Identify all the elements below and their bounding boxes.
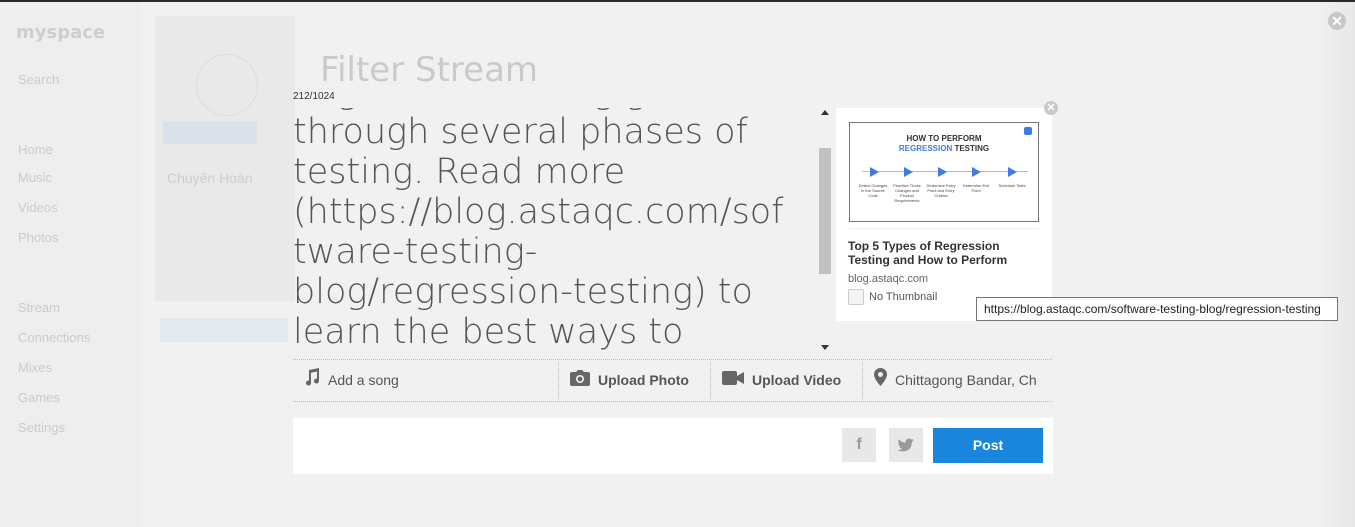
- upload-video-button[interactable]: Upload Video: [722, 360, 841, 401]
- bg-nav-item: Stream: [18, 300, 60, 315]
- scroll-up-arrow-icon[interactable]: [821, 110, 829, 115]
- no-thumbnail-label[interactable]: No Thumbnail: [869, 291, 937, 303]
- thumbnail-step: Determine Exit Point: [962, 183, 990, 193]
- bg-nav-item: Games: [18, 390, 60, 405]
- scroll-down-arrow-icon[interactable]: [821, 345, 829, 350]
- thumbnail-step: Schedule Tests: [998, 183, 1026, 188]
- bg-nav-item: Videos: [18, 200, 58, 215]
- thumbnail-arrow-icon: [972, 167, 981, 177]
- preview-domain: blog.astaqc.com: [848, 273, 929, 285]
- facebook-share-button[interactable]: f: [842, 428, 876, 462]
- bg-nav-item: Mixes: [18, 360, 52, 375]
- url-tooltip: https://blog.astaqc.com/software-testing…: [976, 297, 1338, 321]
- camera-icon: [570, 361, 590, 402]
- twitter-icon: [897, 438, 914, 452]
- thumbnail-subtitle: REGRESSION TESTING: [850, 144, 1038, 153]
- bg-profile-name: Chuyên Hoàn: [167, 170, 253, 186]
- thumbnail-arrow-icon: [870, 167, 879, 177]
- bg-avatar: [196, 54, 258, 116]
- location-button[interactable]: Chittagong Bandar, Ch: [874, 360, 1037, 401]
- thumbnail-highlight: REGRESSION: [898, 144, 953, 153]
- facebook-icon: f: [856, 436, 862, 453]
- post-panel: f Post: [293, 418, 1053, 474]
- music-note-icon: [304, 361, 320, 402]
- toolbar-separator: [862, 362, 863, 399]
- bg-nav-item: Connections: [18, 330, 91, 345]
- bg-logo: myspace: [16, 22, 106, 43]
- bg-button: [163, 122, 257, 144]
- post-text-input[interactable]: Regression testing goes through several …: [293, 108, 818, 352]
- video-camera-icon: [722, 361, 744, 402]
- bg-nav-item: Home: [18, 142, 53, 157]
- post-button[interactable]: Post: [933, 428, 1043, 463]
- toolbar-separator: [710, 362, 711, 399]
- map-pin-icon: [874, 361, 887, 402]
- bg-sidebar: [0, 2, 140, 527]
- link-preview-card: HOW TO PERFORM REGRESSION TESTING Detect…: [836, 108, 1052, 321]
- upload-photo-button[interactable]: Upload Photo: [570, 360, 689, 401]
- bg-nav-item: Search: [18, 72, 60, 87]
- add-song-button[interactable]: Add a song: [304, 360, 399, 401]
- add-song-label: Add a song: [328, 372, 399, 388]
- thumbnail-arrow-icon: [1008, 167, 1017, 177]
- thumbnail-step: Detect Changes in the Source Code: [858, 183, 888, 198]
- twitter-share-button[interactable]: [889, 428, 923, 462]
- bg-nav-item: Settings: [18, 420, 65, 435]
- preview-close-icon[interactable]: ✕: [1044, 101, 1058, 115]
- thumbnail-step: Determine Entry Point and Entry Criteria: [926, 183, 956, 198]
- bg-nav-item: Photos: [18, 230, 59, 245]
- thumbnail-step: Prioritize Those Changes and Product Req…: [893, 183, 921, 203]
- thumbnail-arrow-icon: [904, 167, 913, 177]
- composer-toolbar: Add a song Upload Photo Upload Video Chi…: [293, 359, 1052, 402]
- preview-title[interactable]: Top 5 Types of Regression Testing and Ho…: [848, 239, 1043, 267]
- bg-heading: Filter Stream: [320, 50, 539, 90]
- preview-thumbnail: HOW TO PERFORM REGRESSION TESTING Detect…: [849, 122, 1039, 222]
- no-thumbnail-checkbox[interactable]: [848, 289, 864, 305]
- thumbnail-title: HOW TO PERFORM: [906, 134, 982, 143]
- preview-divider: [849, 228, 1039, 229]
- toolbar-separator: [558, 362, 559, 399]
- bg-button: [160, 318, 288, 342]
- thumbnail-subtitle-rest: TESTING: [954, 144, 990, 153]
- location-label: Chittagong Bandar, Ch: [895, 372, 1037, 388]
- thumbnail-arrow-icon: [938, 167, 947, 177]
- bg-edge-shadow: [1315, 2, 1355, 527]
- character-counter: 212/1024: [293, 91, 335, 102]
- upload-video-label: Upload Video: [752, 372, 842, 388]
- bg-nav-item: Music: [18, 170, 52, 185]
- window-top-border: [0, 0, 1355, 2]
- scrollbar-thumb[interactable]: [819, 148, 831, 274]
- post-text-content: Regression testing goes through several …: [293, 108, 784, 352]
- bg-profile-card: [155, 16, 295, 301]
- upload-photo-label: Upload Photo: [598, 372, 689, 388]
- close-modal-icon[interactable]: ✕: [1328, 12, 1346, 30]
- textarea-scrollbar[interactable]: [818, 108, 832, 352]
